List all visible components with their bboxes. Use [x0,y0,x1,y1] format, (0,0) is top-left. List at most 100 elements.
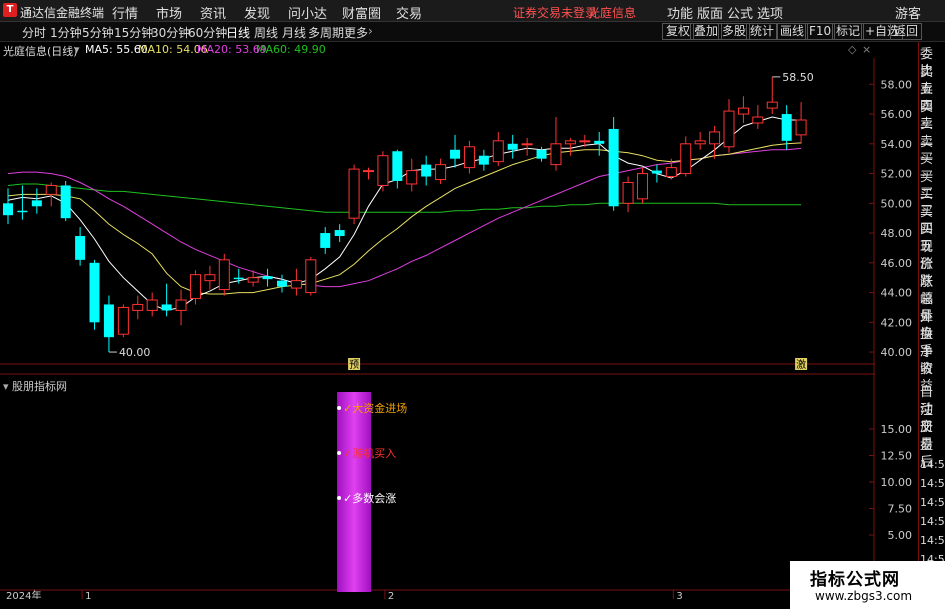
candle [175,289,187,326]
period-tab-monthly[interactable]: 月线 [282,24,306,41]
candle-body-down [781,114,792,141]
candle-body-up [305,259,317,294]
diamond-icon[interactable]: ◇ [848,43,856,56]
menu-item-trade[interactable]: 交易 [396,3,422,22]
menu-item-news[interactable]: 资讯 [200,3,226,22]
candle [305,256,317,296]
kline-chart[interactable]: 58.00 56.00 54.00 52.00 50.00 48.00 46.00 44.00… [0,58,918,599]
candle-body-up [146,299,158,311]
candle [694,131,706,150]
candle-body-up [766,101,778,109]
indicator-tick-label: 15.00 [881,423,913,436]
candle-body-down [276,280,287,287]
candle-body-up [550,143,562,166]
period-tab-weekly[interactable]: 周线 [254,24,278,41]
price-tick-label: 42.00 [881,316,913,329]
period-tab-1min[interactable]: 1分钟 [50,24,82,41]
period-tab-intraday[interactable]: 分时 [22,24,46,41]
menu-item-quotes[interactable]: 行情 [112,3,138,22]
menu-item-layout[interactable]: 版面 [697,3,723,22]
candle-body-up [492,140,504,163]
candle [45,182,57,207]
back-button[interactable]: 返回 [890,23,923,40]
date-axis-year: 2024年 [6,589,41,599]
candle [117,304,129,338]
candle [521,137,533,156]
candle-body-down [450,149,461,159]
candle [795,102,807,144]
candle-body-up [189,274,201,300]
signal-mark-ji: 激 [795,358,808,371]
candle [651,164,662,183]
close-icon[interactable]: × [862,43,871,56]
period-toolbar: 分时 1分钟 5分钟 15分钟 30分钟 60分钟 日线 周线 月线 多周期 更… [0,22,945,42]
candle [276,274,287,293]
mark-button[interactable]: 标记 [832,23,865,40]
user-guest[interactable]: 游客 [895,3,921,22]
price-tick-label: 58.00 [881,78,913,91]
signal-mark-yu: 预 [348,358,361,371]
candle [680,136,692,177]
candle-body-up [636,173,648,200]
price-tick-label: 50.00 [881,197,913,210]
candle-body-down [89,262,100,323]
candle-body-down [392,151,403,181]
menu-item-options[interactable]: 选项 [757,3,783,22]
date-axis-label: 1 [85,591,91,599]
candle [31,188,42,214]
watermark-title: 指标公式网 [810,570,900,590]
watermark: 指标公式网 www.zbgs3.com [790,561,945,609]
candle-body-down [334,230,345,237]
candle-body-down [478,155,489,165]
chevron-down-icon[interactable]: ▾ [74,43,80,56]
candle [146,292,158,317]
period-tab-multi[interactable]: 多周期 [308,24,344,41]
date-axis-label: 2 [388,591,394,599]
candle [363,167,374,180]
menu-item-ask[interactable]: 问小达 [288,3,327,22]
period-tab-15min[interactable]: 15分钟 [114,24,153,41]
candle [348,164,360,225]
signal-mark-ji-text: 激 [796,358,806,371]
candle-body-up [680,143,692,175]
tick-time: 14:56 [920,534,945,547]
price-tick-label: 56.00 [881,108,913,121]
ma-info-bar: 光庭信息(日线) ▾ MA5: 55.60 MA10: 54.06 MA20: … [0,42,875,58]
period-tab-60min[interactable]: 60分钟 [188,24,227,41]
candle [608,117,619,211]
candle [550,117,562,171]
candle-body-up [665,167,677,178]
draw-line-button[interactable]: 画线 [776,23,809,40]
candle-body-up [348,168,360,219]
indicator-tick-label: 7.50 [888,503,913,516]
period-tab-daily[interactable]: 日线 [226,24,250,41]
period-tab-30min[interactable]: 30分钟 [151,24,190,41]
login-status[interactable]: 证券交易未登录 [513,4,597,21]
menu-item-wealth[interactable]: 财富圈 [342,3,381,22]
candle [320,227,331,254]
chevron-right-icon[interactable]: › [368,24,373,38]
candle [421,155,432,186]
menu-bar: T 通达信金融终端 行情 市场 资讯 发现 问小达 财富圈 交易 证券交易未登录… [0,0,945,22]
candle-body-up [622,181,634,204]
period-tab-more[interactable]: 更多 [344,24,368,41]
menu-item-discover[interactable]: 发现 [244,3,270,22]
candle-body-down [233,277,244,280]
candle-body-up [737,107,749,115]
stats-button[interactable]: 统计 [746,23,779,40]
tick-time: 14:56 [920,515,945,528]
candle [564,137,576,156]
menu-item-formula[interactable]: 公式 [727,3,753,22]
signal-dot [337,406,342,410]
menu-item-market[interactable]: 市场 [156,3,182,22]
date-axis-label: 3 [676,591,682,599]
f10-button[interactable]: F10 [805,23,836,40]
candle-body-up [247,277,259,283]
chevron-down-icon[interactable]: ▾ [3,380,9,393]
candle-body-down [161,304,172,311]
period-tab-5min[interactable]: 5分钟 [82,24,114,41]
menu-item-function[interactable]: 功能 [667,3,693,22]
price-tick-label: 48.00 [881,227,913,240]
price-tick-label: 44.00 [881,287,913,300]
indicator-title[interactable]: ▾ 股朋指标网 [3,378,67,394]
